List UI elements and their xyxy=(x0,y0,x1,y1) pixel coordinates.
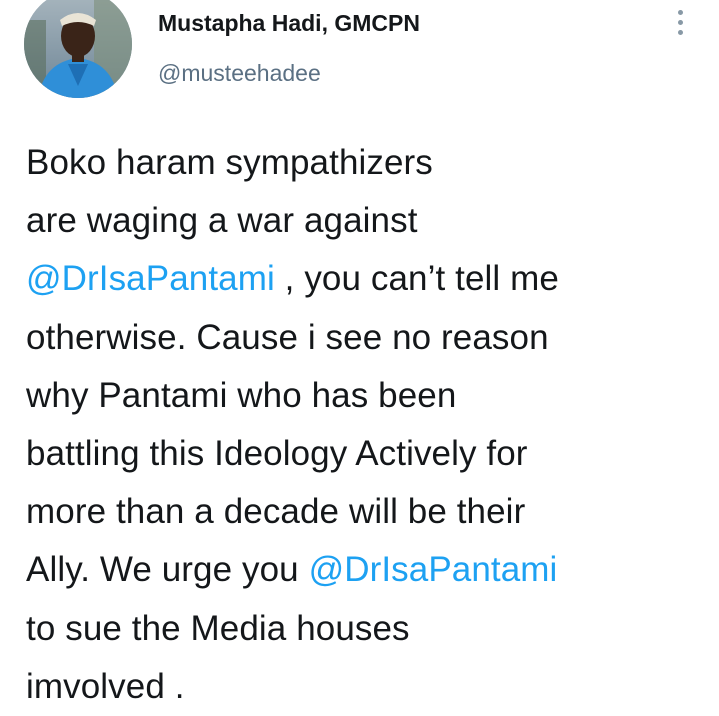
tweet-header: Mustapha Hadi, GMCPN @musteehadee xyxy=(158,8,420,88)
avatar-photo xyxy=(24,0,132,98)
more-dot xyxy=(677,20,683,25)
more-dot xyxy=(677,10,683,15)
tweet-text-line: @DrIsaPantami , you can’t tell me xyxy=(26,250,706,308)
more-vertical-icon[interactable] xyxy=(670,10,690,40)
tweet-text-line: more than a decade will be their xyxy=(26,483,706,541)
tweet-text-segment: , you can’t tell me xyxy=(274,259,559,299)
more-dot xyxy=(677,30,683,35)
tweet: Mustapha Hadi, GMCPN @musteehadee Boko h… xyxy=(0,0,719,706)
tweet-text-line: Boko haram sympathizers xyxy=(26,134,706,192)
tweet-text-segment: imvolved . xyxy=(26,666,185,706)
tweet-text-segment: Boko haram sympathizers xyxy=(26,143,433,182)
tweet-text-segment: are waging a war against xyxy=(26,201,418,241)
tweet-text-line: imvolved . xyxy=(26,658,706,716)
mention-link[interactable]: @DrIsaPantami xyxy=(309,550,558,589)
tweet-text-segment: to sue the Media houses xyxy=(26,608,410,648)
tweet-text-line: are waging a war against xyxy=(26,192,706,250)
tweet-text-line: battling this Ideology Actively for xyxy=(26,425,706,483)
mention-link[interactable]: @DrIsaPantami xyxy=(26,259,275,298)
tweet-text-line: why Pantami who has been xyxy=(26,367,706,425)
author-display-name[interactable]: Mustapha Hadi, GMCPN xyxy=(158,8,420,38)
tweet-text-segment: more than a decade will be their xyxy=(26,492,526,532)
tweet-text-segment: otherwise. Cause i see no reason xyxy=(26,317,549,357)
tweet-text-segment: Ally. We urge you xyxy=(26,550,309,590)
tweet-text-line: Ally. We urge you @DrIsaPantami xyxy=(26,541,706,599)
tweet-text-line: to sue the Media houses xyxy=(26,600,706,658)
avatar[interactable] xyxy=(24,0,132,98)
tweet-text-segment: why Pantami who has been xyxy=(26,375,457,415)
author-handle[interactable]: @musteehadee xyxy=(158,58,420,88)
tweet-text-segment: battling this Ideology Actively for xyxy=(26,434,528,474)
tweet-text-line: otherwise. Cause i see no reason xyxy=(26,309,706,367)
tweet-text: Boko haram sympathizers are waging a war … xyxy=(26,134,706,716)
